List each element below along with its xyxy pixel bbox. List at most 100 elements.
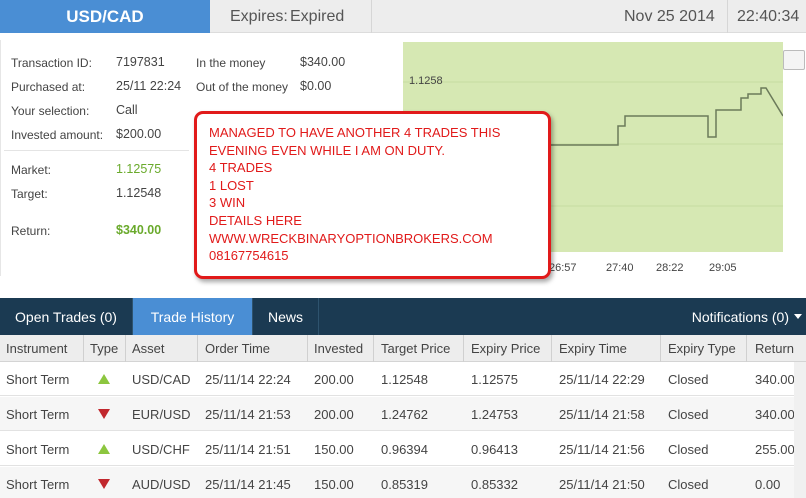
cell-instrument: Short Term [6,371,70,387]
table-header: Instrument Type Asset Order Time Investe… [0,335,806,362]
cell-instrument: Short Term [6,441,70,457]
return-value: $340.00 [116,223,162,237]
column-header[interactable]: Instrument [6,335,67,362]
transaction-id-label: Transaction ID: [11,56,92,70]
column-divider [746,335,747,362]
cell-expiry-price: 0.85332 [471,476,518,492]
cell-expiry-price: 1.12575 [471,371,518,387]
column-header[interactable]: Return [755,335,794,362]
column-divider [125,335,126,362]
notifications-dropdown[interactable]: Notifications (0) [692,298,802,335]
cell-asset: USD/CAD [132,371,191,387]
chart-x-tick: 29:05 [709,262,737,274]
cell-expiry-time: 25/11/14 21:58 [559,406,645,422]
cell-order-time: 25/11/14 21:53 [205,406,291,422]
cell-target-price: 1.12548 [381,371,428,387]
cell-invested: 200.00 [314,371,354,387]
column-header[interactable]: Invested [314,335,363,362]
put-down-arrow-icon [98,397,110,431]
chart-menu-button[interactable] [783,50,805,70]
cell-expiry-time: 25/11/14 21:50 [559,476,645,492]
column-header[interactable]: Type [90,335,118,362]
out-money-value: $0.00 [300,79,332,93]
cell-expiry-type: Closed [668,371,709,387]
out-money-label: Out of the money [196,80,289,94]
cell-invested: 200.00 [314,406,354,422]
column-divider [83,335,84,362]
table-row[interactable]: Short Term EUR/USD 25/11/14 21:53 200.00… [0,397,806,431]
cell-order-time: 25/11/14 22:24 [205,371,291,387]
annotation-line: 08167754615 [209,248,289,264]
in-money-label: In the money [196,56,266,70]
cell-invested: 150.00 [314,441,354,457]
tab-open-trades[interactable]: Open Trades (0) [0,298,133,335]
trade-tabs: Open Trades (0) Trade History News Notif… [0,298,806,335]
table-scrollbar[interactable] [794,362,806,498]
target-label: Target: [11,187,48,201]
details-divider [4,150,189,151]
column-header[interactable]: Target Price [381,335,450,362]
cell-expiry-type: Closed [668,441,709,457]
column-header[interactable]: Expiry Time [559,335,627,362]
expires-label: Expires: [230,7,288,25]
annotation-box: MANAGED TO HAVE ANOTHER 4 TRADES THIS EV… [194,111,551,279]
annotation-line: 3 WIN [209,195,246,211]
column-divider [307,335,308,362]
column-header[interactable]: Asset [132,335,165,362]
annotation-line: DETAILS HERE [209,212,302,228]
cell-instrument: Short Term [6,406,70,422]
header-divider [727,0,728,33]
call-up-arrow-icon [98,362,110,396]
call-up-arrow-icon [98,432,110,466]
cell-invested: 150.00 [314,476,354,492]
cell-asset: EUR/USD [132,406,191,422]
transaction-id-value: 7197831 [116,55,165,69]
header-time: 22:40:34 [737,7,800,25]
annotation-line: 1 LOST [209,177,254,193]
annotation-line: WWW.WRECKBINARYOPTIONBROKERS.COM [209,230,493,246]
cell-expiry-price: 1.24753 [471,406,518,422]
column-header[interactable]: Expiry Type [668,335,736,362]
column-header[interactable]: Expiry Price [471,335,540,362]
cell-expiry-price: 0.96413 [471,441,518,457]
tab-news[interactable]: News [253,298,319,335]
asset-title: USD/CAD [0,0,210,33]
annotation-line: 4 TRADES [209,160,273,176]
table-row[interactable]: Short Term USD/CHF 25/11/14 21:51 150.00… [0,432,806,466]
chart-x-tick: 26:57 [549,262,577,274]
cell-return: 340.00 [755,406,795,422]
cell-return: 255.00 [755,441,795,457]
cell-return: 340.00 [755,371,795,387]
chevron-down-icon [794,314,802,319]
cell-target-price: 1.24762 [381,406,428,422]
price-line [543,87,783,146]
cell-expiry-type: Closed [668,406,709,422]
cell-expiry-type: Closed [668,476,709,492]
trade-header: USD/CAD Expires: Expired Nov 25 2014 22:… [0,0,806,33]
cell-return: 0.00 [755,476,781,492]
purchased-at-value: 25/11 22:24 [116,79,182,93]
column-divider [551,335,552,362]
return-label: Return: [11,224,51,238]
tab-trade-history[interactable]: Trade History [133,298,253,335]
table-row[interactable]: Short Term USD/CAD 25/11/14 22:24 200.00… [0,362,806,396]
selection-label: Your selection: [11,104,90,118]
column-divider [373,335,374,362]
expires-value: Expired [290,7,345,25]
annotation-line: MANAGED TO HAVE ANOTHER 4 TRADES THIS [209,125,501,140]
market-label: Market: [11,163,52,177]
cell-expiry-time: 25/11/14 22:29 [559,371,645,387]
column-header[interactable]: Order Time [205,335,270,362]
column-divider [197,335,198,362]
cell-expiry-time: 25/11/14 21:56 [559,441,645,457]
chart-y-label: 1.1258 [409,75,443,87]
chart-x-tick: 28:22 [656,262,684,274]
column-divider [463,335,464,362]
cell-order-time: 25/11/14 21:45 [205,476,291,492]
invested-label: Invested amount: [11,128,104,142]
cell-asset: AUD/USD [132,476,191,492]
chart-x-tick: 27:40 [606,262,634,274]
table-row[interactable]: Short Term AUD/USD 25/11/14 21:45 150.00… [0,467,806,498]
cell-asset: USD/CHF [132,441,190,457]
header-divider [371,0,372,33]
